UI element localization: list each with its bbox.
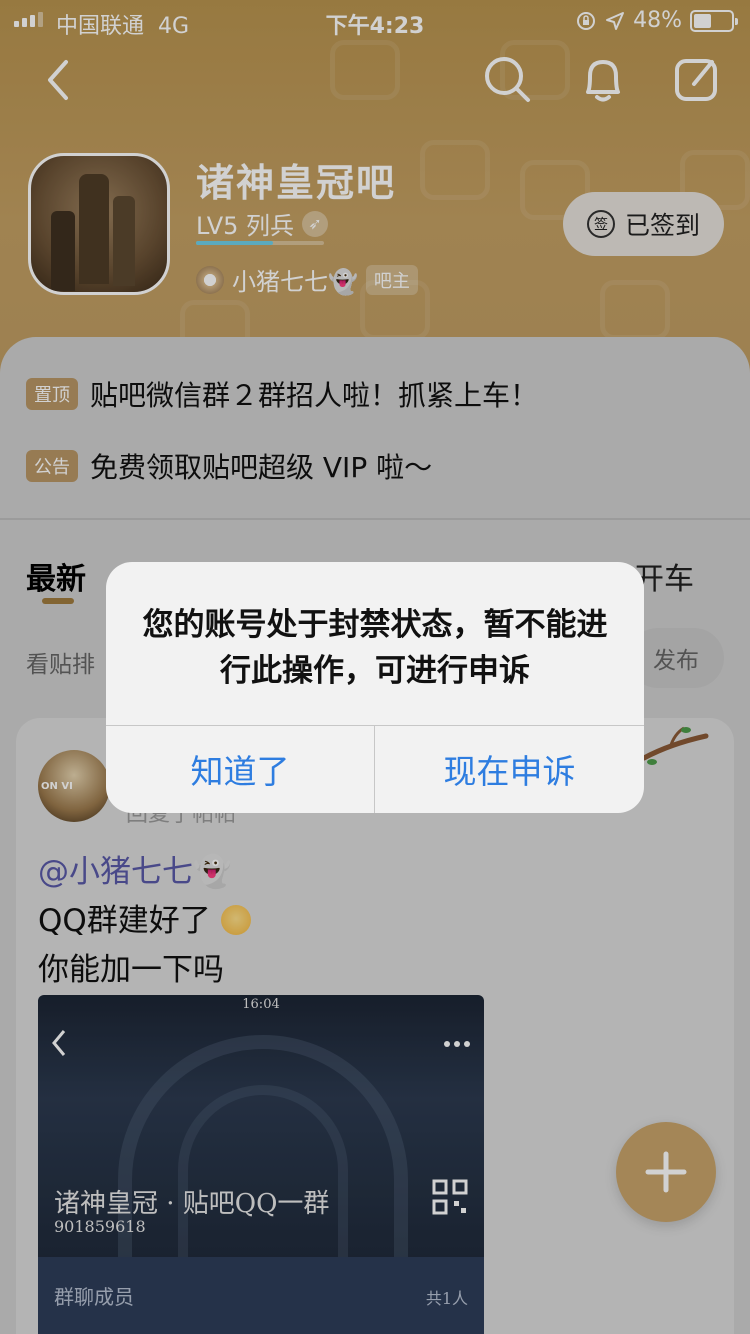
alert-appeal-button[interactable]: 现在申诉	[375, 725, 644, 813]
alert-ok-button[interactable]: 知道了	[106, 725, 374, 813]
ban-alert-dialog: 您的账号处于封禁状态，暂不能进行此操作，可进行申诉 知道了 现在申诉	[106, 562, 644, 813]
alert-message: 您的账号处于封禁状态，暂不能进行此操作，可进行申诉	[142, 607, 608, 689]
